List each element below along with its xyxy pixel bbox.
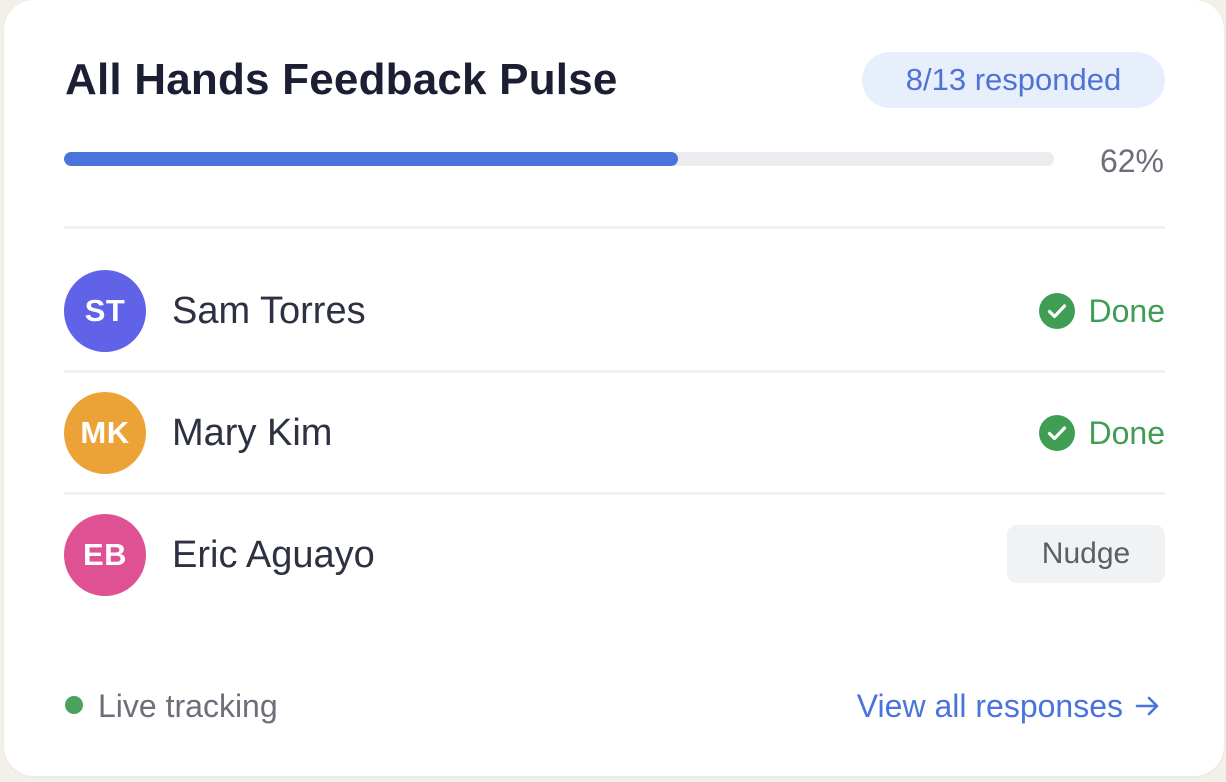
status-done: Done bbox=[1038, 413, 1166, 453]
divider bbox=[64, 492, 1165, 495]
live-status-dot bbox=[65, 696, 83, 714]
respondent-row: EB Eric Aguayo Nudge bbox=[64, 514, 1165, 596]
respondent-row: MK Mary Kim Done bbox=[64, 392, 1165, 474]
progress-percent: 62% bbox=[1099, 143, 1164, 179]
progress-bar-fill bbox=[64, 152, 678, 166]
respondent-row: ST Sam Torres Done bbox=[64, 270, 1165, 352]
check-circle-icon bbox=[1038, 415, 1075, 451]
respondent-name: Eric Aguayo bbox=[172, 534, 375, 576]
avatar: ST bbox=[64, 270, 146, 352]
status-label: Done bbox=[1088, 293, 1166, 329]
divider bbox=[64, 370, 1165, 373]
divider bbox=[64, 226, 1165, 229]
progress-bar bbox=[64, 152, 1054, 166]
live-tracking-label: Live tracking bbox=[98, 688, 278, 724]
view-all-responses-link[interactable]: View all responses bbox=[857, 686, 1161, 726]
feedback-pulse-card: All Hands Feedback Pulse 8/13 responded … bbox=[4, 0, 1224, 776]
avatar: EB bbox=[64, 514, 146, 596]
response-count-badge: 8/13 responded bbox=[862, 52, 1165, 108]
respondent-name: Sam Torres bbox=[172, 290, 366, 332]
status-label: Done bbox=[1088, 415, 1166, 451]
respondent-name: Mary Kim bbox=[172, 412, 333, 454]
check-circle-icon bbox=[1038, 293, 1075, 329]
arrow-right-icon bbox=[1135, 696, 1159, 716]
avatar: MK bbox=[64, 392, 146, 474]
nudge-button[interactable]: Nudge bbox=[1007, 525, 1165, 583]
view-all-responses-label: View all responses bbox=[856, 688, 1123, 724]
card-title: All Hands Feedback Pulse bbox=[65, 55, 618, 104]
status-done: Done bbox=[1038, 291, 1166, 331]
